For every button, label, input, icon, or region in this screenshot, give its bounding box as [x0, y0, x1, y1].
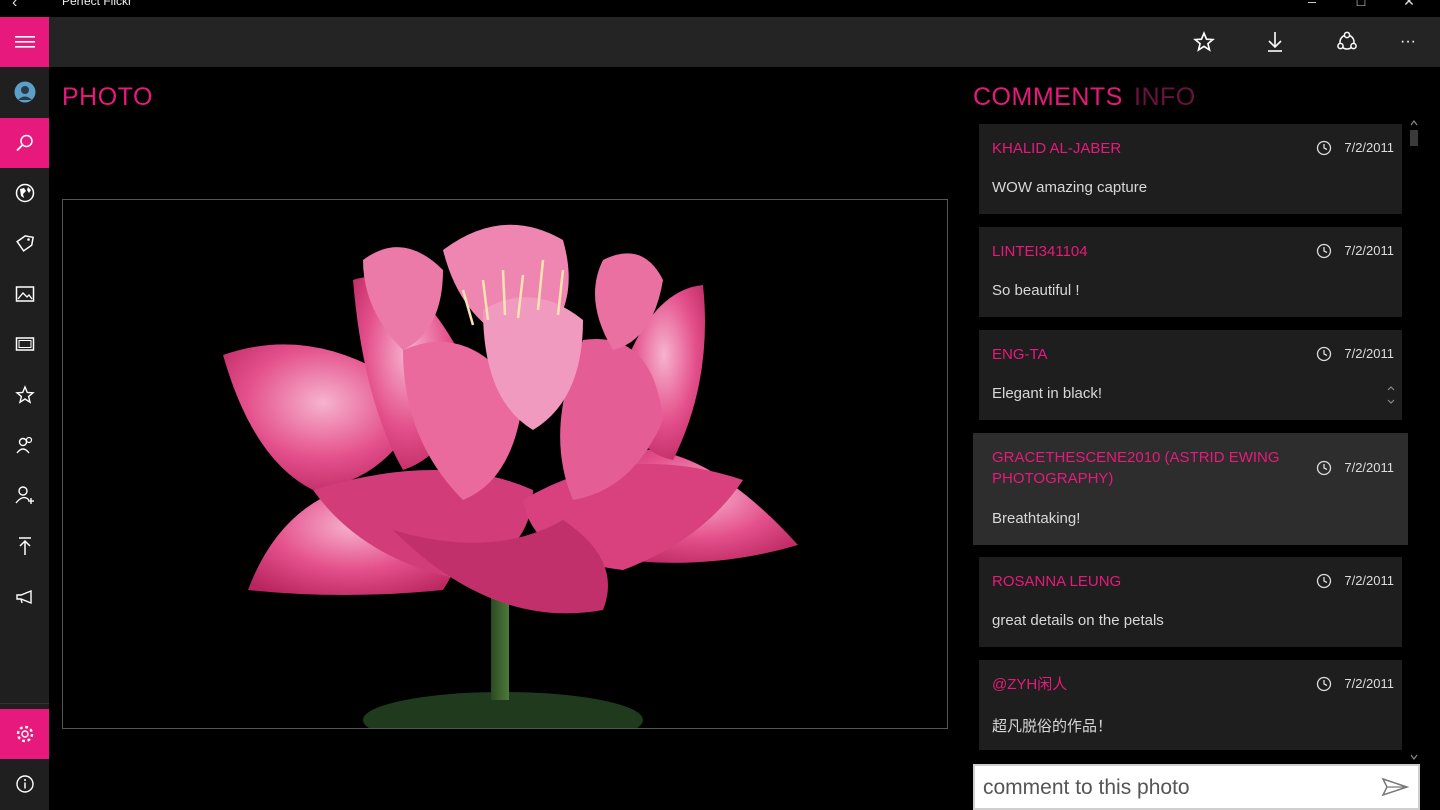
tab-comments[interactable]: COMMENTS: [973, 83, 1123, 112]
lotus-photo: [63, 200, 947, 728]
comment-item[interactable]: LINTEI341104 7/2/2011 So beautiful !: [979, 227, 1402, 317]
close-button[interactable]: ✕: [1399, 0, 1419, 9]
sidebar-item-explore[interactable]: [0, 168, 49, 218]
photo-viewer[interactable]: [62, 199, 948, 729]
back-arrow-icon[interactable]: ‹: [12, 0, 17, 12]
comment-text: Breathtaking!: [992, 510, 1081, 527]
comment-text: So beautiful !: [992, 282, 1080, 299]
tag-icon: [15, 235, 34, 252]
search-icon: [15, 134, 33, 152]
maximize-button[interactable]: □: [1351, 0, 1371, 9]
comment-author[interactable]: LINTEI341104: [992, 241, 1282, 262]
send-icon: [1381, 777, 1409, 797]
comment-author[interactable]: ROSANNA LEUNG: [992, 571, 1282, 592]
settings-icon: [16, 725, 33, 743]
settings-button[interactable]: [0, 709, 49, 759]
sidebar-item-announce[interactable]: [0, 572, 49, 622]
comment-author[interactable]: KHALID AL-JABER: [992, 138, 1282, 159]
clock-icon: [1316, 346, 1332, 362]
comment-date: 7/2/2011: [1344, 460, 1394, 475]
window-title: Perfect Flickr: [62, 0, 133, 8]
comments-scrollbar[interactable]: [1408, 120, 1420, 760]
megaphone-icon: [15, 589, 32, 605]
comment-date: 7/2/2011: [1344, 140, 1394, 155]
download-icon: [1268, 32, 1282, 52]
comment-date: 7/2/2011: [1344, 573, 1394, 588]
scroll-up-icon[interactable]: [1410, 120, 1418, 126]
album-icon: [15, 337, 34, 351]
clock-icon: [1316, 243, 1332, 259]
menu-button[interactable]: [0, 17, 49, 67]
clock-icon: [1316, 573, 1332, 589]
comment-text: great details on the petals: [992, 612, 1164, 629]
sidebar: [0, 17, 49, 810]
sidebar-item-albums[interactable]: [0, 319, 49, 369]
hamburger-icon: [14, 36, 35, 48]
globe-icon: [15, 183, 34, 203]
image-icon: [15, 286, 34, 302]
clock-icon: [1316, 676, 1332, 692]
avatar: [14, 81, 35, 103]
add-contact-icon: [14, 486, 34, 504]
about-button[interactable]: [0, 759, 49, 809]
comment-item[interactable]: ENG-TA 7/2/2011 Elegant in black!: [979, 330, 1402, 420]
tab-info[interactable]: INFO: [1134, 83, 1196, 112]
sidebar-item-photos[interactable]: [0, 269, 49, 319]
favorite-button[interactable]: [1189, 27, 1219, 57]
spin-arrows-icon[interactable]: [1386, 384, 1396, 406]
info-icon: [15, 775, 34, 793]
sidebar-divider: [0, 703, 49, 704]
scroll-down-icon[interactable]: [1410, 754, 1418, 760]
comment-compose: [973, 764, 1420, 810]
sidebar-item-profile[interactable]: [0, 67, 49, 117]
sidebar-item-contacts[interactable]: [0, 420, 49, 470]
star-icon: [1193, 31, 1215, 52]
people-icon: [15, 436, 32, 454]
star-icon: [14, 385, 35, 404]
sidebar-item-add-contact[interactable]: [0, 470, 49, 520]
clock-icon: [1316, 460, 1332, 476]
comment-author[interactable]: @ZYH闲人: [992, 674, 1282, 695]
comment-date: 7/2/2011: [1344, 346, 1394, 361]
upload-icon: [18, 537, 31, 555]
comment-text: Elegant in black!: [992, 385, 1103, 402]
comment-item[interactable]: @ZYH闲人 7/2/2011 超凡脱俗的作品！: [979, 660, 1402, 750]
more-button[interactable]: ···: [1393, 27, 1423, 57]
comment-text: WOW amazing capture: [992, 179, 1148, 196]
sidebar-item-tags[interactable]: [0, 218, 49, 268]
comment-input[interactable]: [981, 774, 1371, 802]
title-bar: ‹ Perfect Flickr – □ ✕: [0, 0, 1440, 17]
comment-date: 7/2/2011: [1344, 676, 1394, 691]
comment-text: 超凡脱俗的作品！: [992, 718, 1113, 735]
sidebar-item-upload[interactable]: [0, 521, 49, 571]
comment-date: 7/2/2011: [1344, 243, 1394, 258]
download-button[interactable]: [1260, 27, 1290, 57]
minimize-button[interactable]: –: [1302, 0, 1322, 9]
command-bar: ···: [49, 17, 1440, 67]
send-button[interactable]: [1372, 766, 1418, 808]
sidebar-item-search[interactable]: [0, 118, 49, 168]
share-button[interactable]: [1332, 27, 1362, 57]
sidebar-item-favorites[interactable]: [0, 370, 49, 420]
comment-author[interactable]: GRACETHESCENE2010 (ASTRID EWING PHOTOGRA…: [992, 447, 1282, 489]
photo-section-title: PHOTO: [62, 83, 153, 111]
clock-icon: [1316, 140, 1332, 156]
share-icon: [1337, 31, 1357, 50]
more-icon: ···: [1400, 33, 1416, 50]
comment-item[interactable]: KHALID AL-JABER 7/2/2011 WOW amazing cap…: [979, 124, 1402, 214]
comment-item[interactable]: ROSANNA LEUNG 7/2/2011 great details on …: [979, 557, 1402, 647]
scroll-thumb[interactable]: [1410, 130, 1418, 146]
comment-item[interactable]: GRACETHESCENE2010 (ASTRID EWING PHOTOGRA…: [979, 433, 1402, 545]
comment-author[interactable]: ENG-TA: [992, 344, 1282, 365]
